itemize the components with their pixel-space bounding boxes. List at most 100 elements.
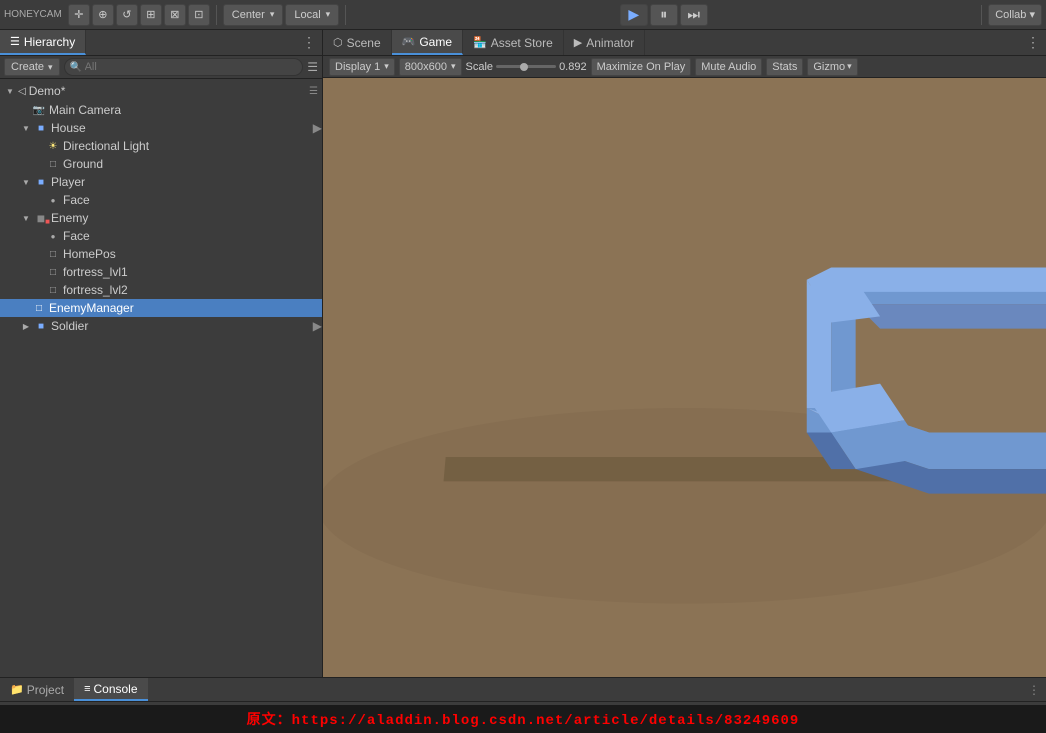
tab-asset-store[interactable]: 🏪 Asset Store xyxy=(463,30,564,55)
enemy-icon: ■ ■ xyxy=(34,211,48,225)
separator-1 xyxy=(216,5,217,25)
hier-item-house[interactable]: ▼ ■ House ▶ xyxy=(0,119,322,137)
hierarchy-icon: ☰ xyxy=(10,35,20,48)
hierarchy-menu-btn[interactable]: ☰ xyxy=(307,60,318,74)
tab-console-label: Console xyxy=(93,682,137,696)
scene-root[interactable]: ▼ ◁ Demo* ☰ xyxy=(0,81,322,101)
maximize-on-play-btn[interactable]: Maximize On Play xyxy=(591,58,692,76)
tab-scene[interactable]: ⬡ Scene xyxy=(323,30,392,55)
hier-item-face-player[interactable]: ● Face xyxy=(0,191,322,209)
scene-arrow: ▼ xyxy=(4,85,16,97)
hier-item-face-enemy[interactable]: ● Face xyxy=(0,227,322,245)
display-selector[interactable]: Display 1 xyxy=(329,58,395,76)
scale-slider[interactable] xyxy=(496,65,556,68)
tab-hierarchy[interactable]: ☰ Hierarchy xyxy=(0,30,86,55)
game-view-menu[interactable]: ⋮ xyxy=(1020,30,1046,55)
scale-value: 0.892 xyxy=(559,61,587,73)
face-enemy-icon: ● xyxy=(46,229,60,243)
tab-animator-label: Animator xyxy=(586,36,634,50)
hier-item-fortress-lvl1[interactable]: □ fortress_lvl1 xyxy=(0,263,322,281)
gizmos-btn[interactable]: Gizmo xyxy=(807,58,857,76)
step-button[interactable]: ⏭ xyxy=(680,4,708,26)
player-icon: ■ xyxy=(34,175,48,189)
top-toolbar: HONEYCAM ✛ ⊕ ↺ ⊞ ⊠ ⊡ Center Local ▶ ⏸ ⏭ … xyxy=(0,0,1046,30)
tab-animator[interactable]: ▶ Animator xyxy=(564,30,646,55)
hand-tool[interactable]: ✛ xyxy=(68,4,90,26)
hier-label-player: Player xyxy=(51,175,85,189)
hierarchy-menu[interactable]: ⋮ xyxy=(296,30,322,55)
hier-label-directional-light: Directional Light xyxy=(63,139,149,153)
pivot-local-btn[interactable]: Local xyxy=(285,4,339,26)
create-button[interactable]: Create xyxy=(4,58,60,76)
soldier-child-arrow: ▶ xyxy=(313,319,322,333)
hier-item-enemy[interactable]: ▼ ■ ■ Enemy xyxy=(0,209,322,227)
hierarchy-list: ▼ ◁ Demo* ☰ 📷 Main Camera ▼ ■ House ▶ xyxy=(0,79,322,677)
hier-item-directional-light[interactable]: ☀ Directional Light xyxy=(0,137,322,155)
hier-item-ground[interactable]: □ Ground xyxy=(0,155,322,173)
hier-label-homepos: HomePos xyxy=(63,247,116,261)
watermark: 原文：https://aladdin.blog.csdn.net/article… xyxy=(0,705,1046,733)
scale-thumb xyxy=(520,63,528,71)
hier-item-enemy-manager[interactable]: □ EnemyManager xyxy=(0,299,322,317)
face-player-icon: ● xyxy=(46,193,60,207)
house-arrow: ▼ xyxy=(20,122,32,134)
game-view: Display 1 800x600 Scale 0.892 Maximize O… xyxy=(323,56,1046,677)
left-tab-group: ☰ Hierarchy ⋮ xyxy=(0,30,323,55)
player-arrow: ▼ xyxy=(20,176,32,188)
hier-label-soldier: Soldier xyxy=(51,319,88,333)
soldier-icon: ■ xyxy=(34,319,48,333)
hierarchy-toolbar: Create 🔍 ☰ xyxy=(0,56,322,79)
resolution-selector[interactable]: 800x600 xyxy=(399,58,462,76)
collab-button[interactable]: Collab ▾ xyxy=(988,4,1042,26)
tab-project-label: Project xyxy=(27,683,64,697)
hier-item-soldier[interactable]: ▶ ■ Soldier ▶ xyxy=(0,317,322,335)
scale-group: Scale 0.892 xyxy=(466,61,587,73)
hierarchy-panel: Create 🔍 ☰ ▼ ◁ Demo* ☰ 📷 Main Camera xyxy=(0,56,323,677)
stats-btn[interactable]: Stats xyxy=(766,58,803,76)
pause-button[interactable]: ⏸ xyxy=(650,4,678,26)
tabs-row: ☰ Hierarchy ⋮ ⬡ Scene 🎮 Game 🏪 Asset Sto… xyxy=(0,30,1046,56)
right-tab-group: ⬡ Scene 🎮 Game 🏪 Asset Store ▶ Animator … xyxy=(323,30,1046,55)
pivot-center-btn[interactable]: Center xyxy=(223,4,284,26)
enemymanager-icon: □ xyxy=(32,301,46,315)
search-input[interactable] xyxy=(64,58,304,76)
tab-game[interactable]: 🎮 Game xyxy=(392,30,463,55)
animator-icon: ▶ xyxy=(574,36,582,49)
ground-icon: □ xyxy=(46,157,60,171)
hier-item-main-camera[interactable]: 📷 Main Camera xyxy=(0,101,322,119)
scene-icon: ⬡ xyxy=(333,36,343,49)
mute-audio-btn[interactable]: Mute Audio xyxy=(695,58,762,76)
hier-label-ground: Ground xyxy=(63,157,103,171)
separator-3 xyxy=(981,5,982,25)
light-icon: ☀ xyxy=(46,139,60,153)
tab-project[interactable]: 📁 Project xyxy=(0,678,74,701)
app-logo: HONEYCAM xyxy=(4,9,62,20)
console-icon: ≡ xyxy=(84,683,90,695)
homepos-icon: □ xyxy=(46,247,60,261)
transform-tool[interactable]: ⊡ xyxy=(188,4,210,26)
scale-label: Scale xyxy=(466,61,494,73)
game-icon: 🎮 xyxy=(402,35,416,48)
hier-item-fortress-lvl2[interactable]: □ fortress_lvl2 xyxy=(0,281,322,299)
separator-2 xyxy=(345,5,346,25)
scene-options[interactable]: ☰ xyxy=(309,86,318,97)
bottom-panel-menu[interactable]: ⋮ xyxy=(1022,678,1046,701)
play-button[interactable]: ▶ xyxy=(620,4,648,26)
asset-icon: 🏪 xyxy=(473,36,487,49)
hier-item-homepos[interactable]: □ HomePos xyxy=(0,245,322,263)
hier-label-face-enemy: Face xyxy=(63,229,90,243)
tab-hierarchy-label: Hierarchy xyxy=(24,35,75,49)
scale-tool[interactable]: ⊞ xyxy=(140,4,162,26)
hier-label-enemy-manager: EnemyManager xyxy=(49,301,134,315)
search-icon: 🔍 xyxy=(70,62,82,73)
hier-label-fortress-lvl2: fortress_lvl2 xyxy=(63,283,128,297)
game-toolbar: Display 1 800x600 Scale 0.892 Maximize O… xyxy=(323,56,1046,78)
rotate-tool[interactable]: ↺ xyxy=(116,4,138,26)
hier-label-face-player: Face xyxy=(63,193,90,207)
hier-item-player[interactable]: ▼ ■ Player xyxy=(0,173,322,191)
tab-asset-store-label: Asset Store xyxy=(491,36,553,50)
rect-tool[interactable]: ⊠ xyxy=(164,4,186,26)
main-layout: Create 🔍 ☰ ▼ ◁ Demo* ☰ 📷 Main Camera xyxy=(0,56,1046,677)
tab-console[interactable]: ≡ Console xyxy=(74,678,147,701)
move-tool[interactable]: ⊕ xyxy=(92,4,114,26)
